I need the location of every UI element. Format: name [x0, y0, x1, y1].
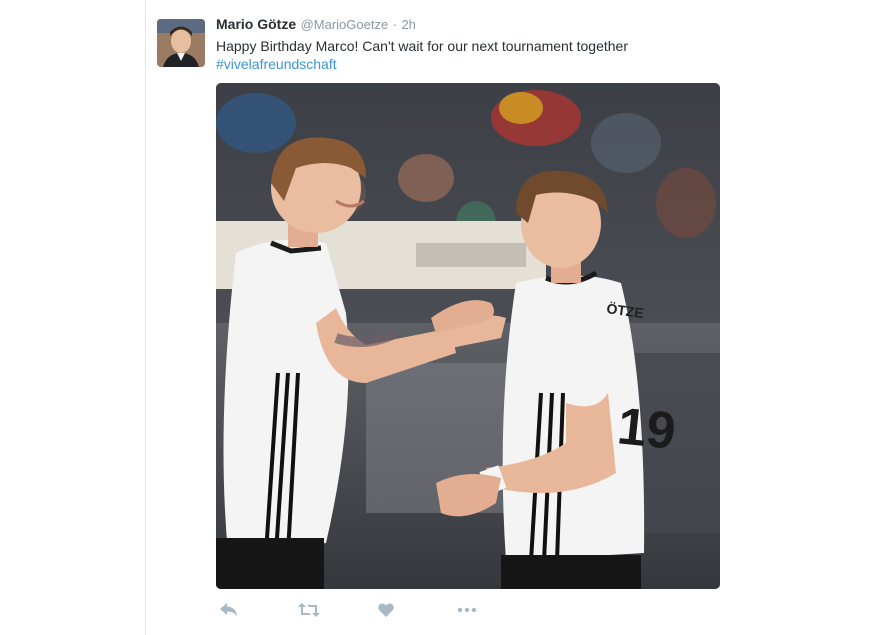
- author-handle[interactable]: @MarioGoetze: [301, 17, 389, 32]
- header-separator: ·: [392, 17, 397, 32]
- more-dots-icon: [457, 607, 477, 613]
- author-avatar[interactable]: [157, 19, 205, 67]
- like-button[interactable]: [373, 600, 399, 620]
- heart-icon: [378, 603, 394, 617]
- tweet-actions: [216, 600, 496, 620]
- tweet-photo[interactable]: 19 ÖTZE: [216, 83, 720, 589]
- author-name[interactable]: Mario Götze: [216, 16, 296, 32]
- tweet-text: Happy Birthday Marco! Can't wait for our…: [216, 37, 716, 73]
- more-button[interactable]: [454, 600, 480, 620]
- hashtag-link[interactable]: #vivelafreundschaft: [216, 56, 337, 72]
- jersey-number: 19: [615, 397, 679, 461]
- retweet-icon: [298, 603, 320, 617]
- reply-button[interactable]: [216, 600, 242, 620]
- tweet-timestamp[interactable]: 2h: [401, 17, 415, 32]
- reply-icon: [220, 603, 237, 616]
- tweet-body: Happy Birthday Marco! Can't wait for our…: [216, 38, 628, 54]
- retweet-button[interactable]: [296, 600, 322, 620]
- photo-image: 19 ÖTZE: [216, 83, 720, 589]
- tweet-header: Mario Götze @MarioGoetze · 2h: [216, 16, 416, 34]
- avatar-photo: [157, 19, 205, 67]
